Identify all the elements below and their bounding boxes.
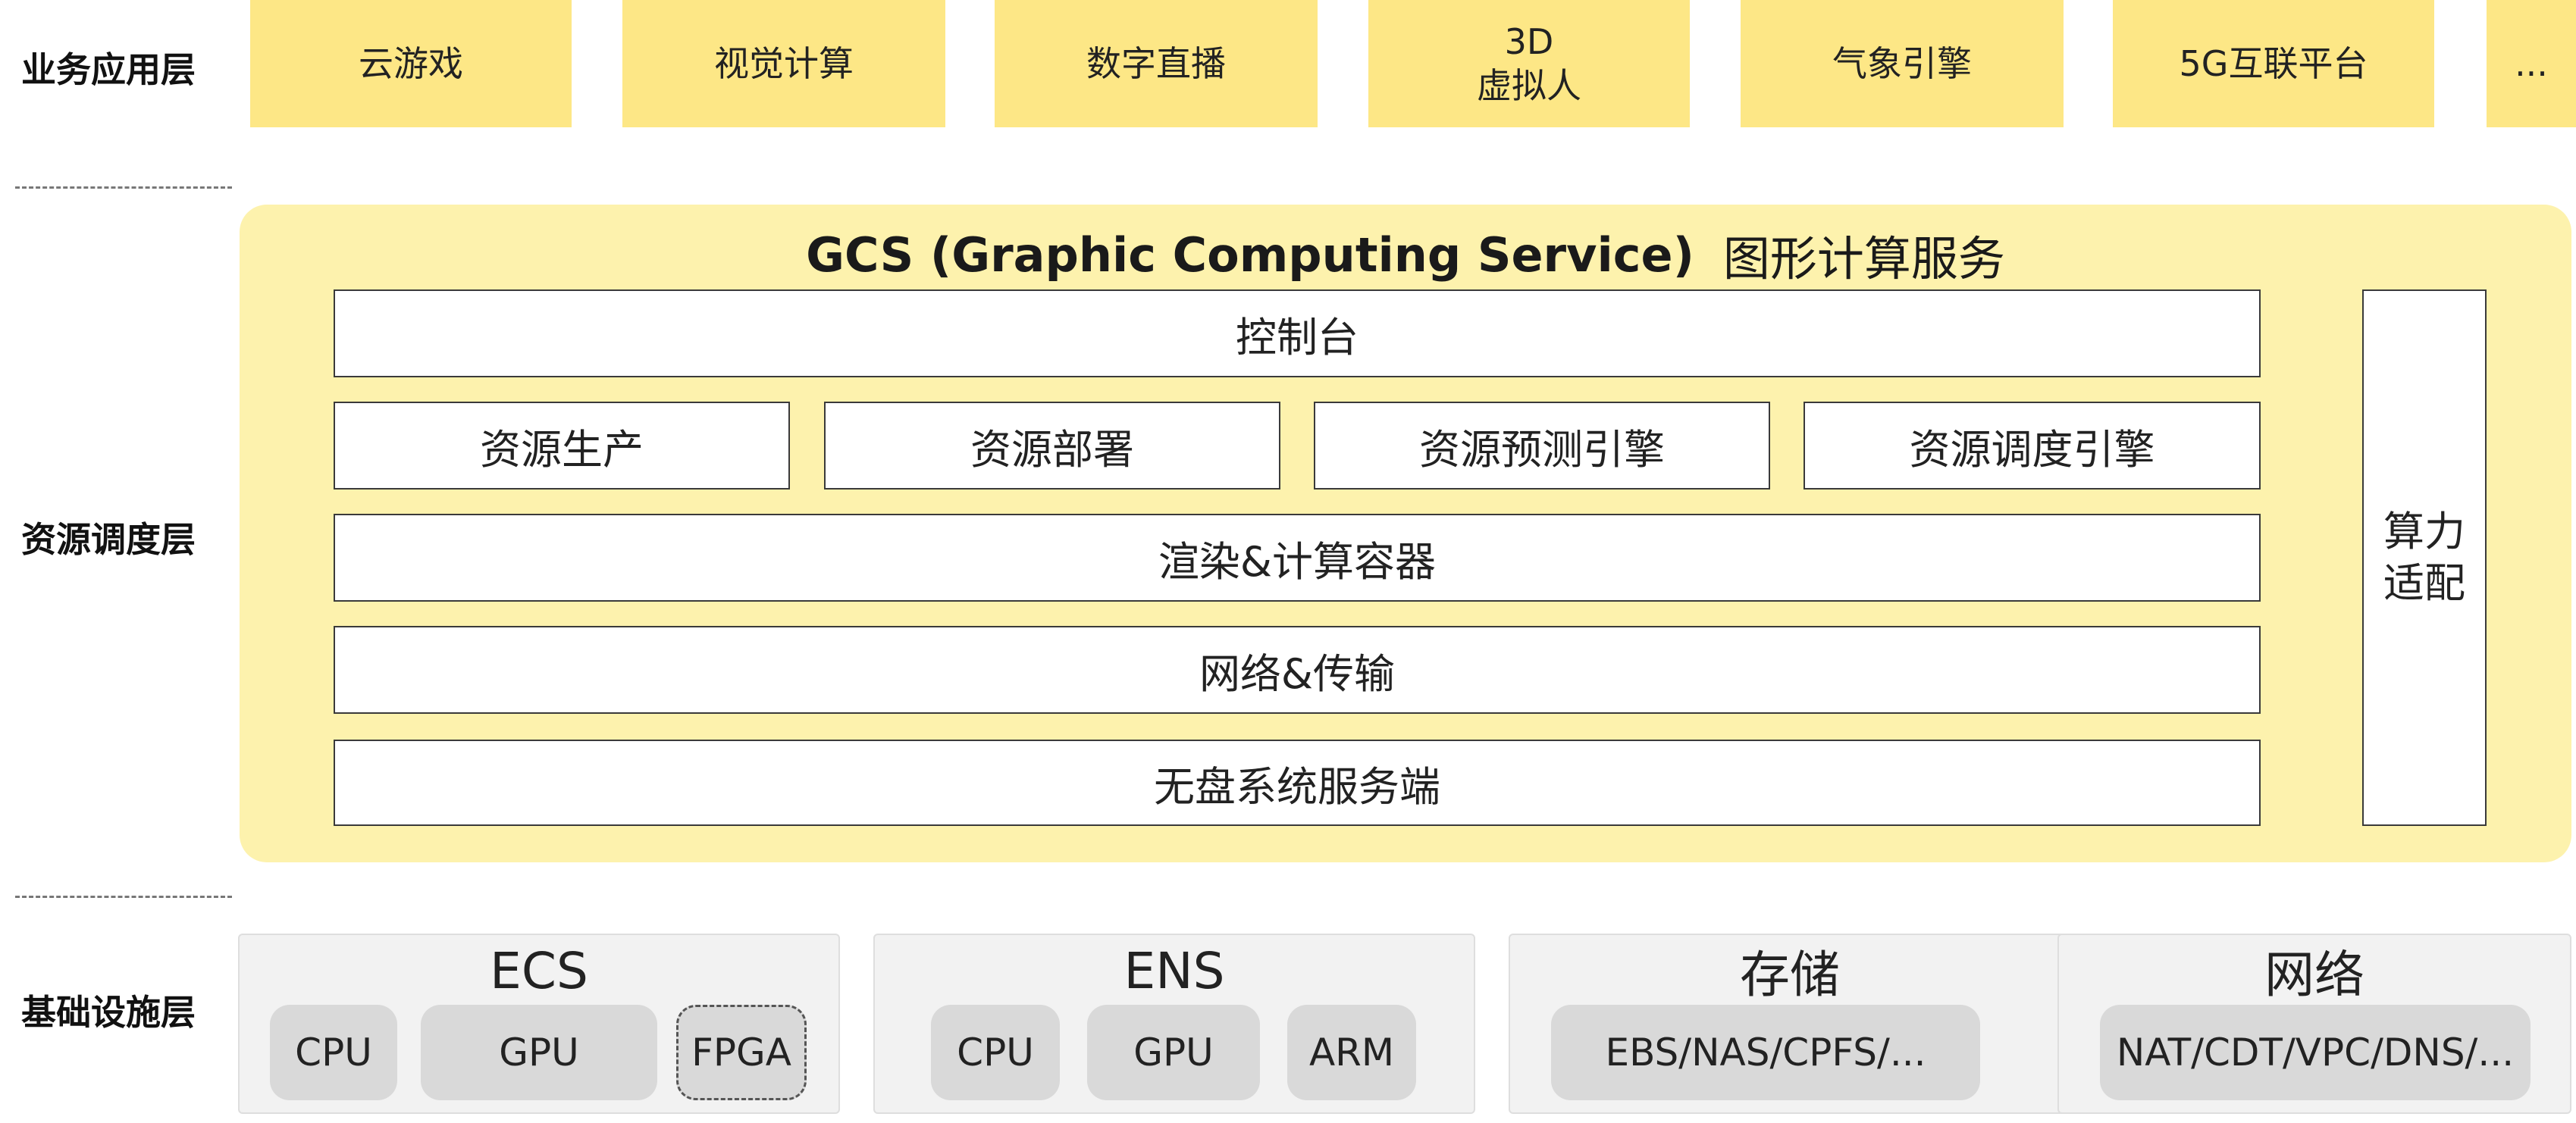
app-tile-visual-computing: 视觉计算 (622, 0, 945, 127)
app-tile-5g-platform: 5G互联平台 (2113, 0, 2434, 127)
chip-ens-cpu: CPU (931, 1005, 1060, 1100)
console-box: 控制台 (334, 289, 2261, 377)
app-tile-more: ... (2487, 0, 2576, 127)
resource-prediction-engine-box: 资源预测引擎 (1314, 402, 1770, 490)
chip-ens-gpu: GPU (1087, 1005, 1260, 1100)
resource-production-box: 资源生产 (334, 402, 790, 490)
layer-label-application: 业务应用层 (21, 49, 196, 90)
diskless-server-box: 无盘系统服务端 (334, 740, 2261, 826)
chip-ecs-fpga: FPGA (676, 1005, 807, 1100)
layer-label-infrastructure: 基础设施层 (21, 992, 196, 1033)
gcs-title-en: GCS (Graphic Computing Service) (806, 227, 1694, 283)
infra-title-ecs: ECS (490, 941, 588, 1000)
layer-divider-bottom (15, 896, 232, 898)
render-compute-container-box: 渲染&计算容器 (334, 514, 2261, 602)
app-tile-weather-engine: 气象引擎 (1741, 0, 2064, 127)
app-tile-3d-avatar: 3D 虚拟人 (1368, 0, 1690, 127)
chip-ecs-cpu: CPU (270, 1005, 397, 1100)
layer-divider-top (15, 186, 232, 189)
app-tile-digital-live: 数字直播 (995, 0, 1318, 127)
gcs-title-zh: 图形计算服务 (1722, 231, 2005, 286)
chip-network-services: NAT/CDT/VPC/DNS/... (2100, 1005, 2531, 1100)
resource-deployment-box: 资源部署 (824, 402, 1280, 490)
infra-title-network: 网络 (2264, 946, 2364, 1004)
network-transport-box: 网络&传输 (334, 626, 2261, 714)
chip-ecs-gpu: GPU (421, 1005, 657, 1100)
infra-title-ens: ENS (1123, 941, 1225, 1000)
compute-adapt-box: 算力 适配 (2362, 289, 2487, 826)
resource-scheduling-engine-box: 资源调度引擎 (1804, 402, 2261, 490)
chip-storage-services: EBS/NAS/CPFS/... (1551, 1005, 1980, 1100)
gcs-title: GCS (Graphic Computing Service) 图形计算服务 (240, 224, 2571, 287)
chip-ens-arm: ARM (1287, 1005, 1416, 1100)
infra-title-storage: 存储 (1740, 946, 1840, 1004)
layer-label-resource: 资源调度层 (21, 519, 196, 560)
app-tile-cloud-gaming: 云游戏 (250, 0, 572, 127)
